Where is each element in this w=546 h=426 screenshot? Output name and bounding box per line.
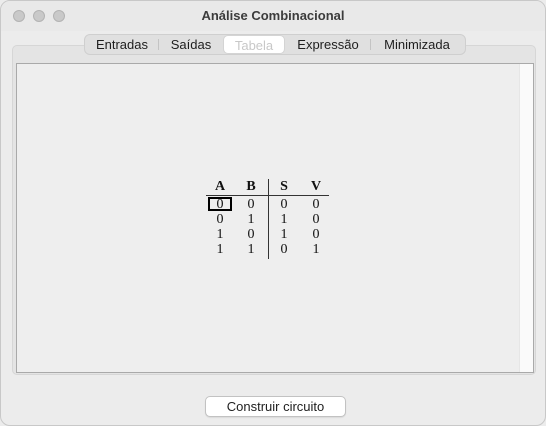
analysis-window: Análise Combinacional Entradas Saídas Ta… xyxy=(0,0,546,426)
table-cell[interactable]: 0 xyxy=(306,197,326,212)
window-title: Análise Combinacional xyxy=(201,8,345,23)
table-cell[interactable]: 0 xyxy=(306,227,326,242)
header-divider xyxy=(206,195,329,196)
column-header-v: V xyxy=(310,179,322,194)
column-header-a: A xyxy=(214,179,226,194)
table-cell[interactable]: 0 xyxy=(210,197,230,212)
tab-expressao[interactable]: Expressão xyxy=(285,35,371,54)
column-header-b: B xyxy=(246,179,256,194)
column-header-s: S xyxy=(280,179,288,194)
table-cell[interactable]: 1 xyxy=(274,212,294,227)
input-output-divider xyxy=(268,179,269,259)
table-cell[interactable]: 1 xyxy=(241,212,261,227)
table-cell[interactable]: 1 xyxy=(306,242,326,257)
build-circuit-button[interactable]: Construir circuito xyxy=(205,396,346,417)
vertical-scrollbar[interactable] xyxy=(519,64,533,372)
tab-entradas[interactable]: Entradas xyxy=(85,35,159,54)
tab-saidas[interactable]: Saídas xyxy=(159,35,223,54)
tab-tabela[interactable]: Tabela xyxy=(223,35,285,54)
title-bar: Análise Combinacional xyxy=(1,1,545,31)
table-cell[interactable]: 1 xyxy=(210,242,230,257)
tab-minimizada[interactable]: Minimizada xyxy=(371,35,463,54)
table-cell[interactable]: 1 xyxy=(210,227,230,242)
table-cell[interactable]: 0 xyxy=(274,242,294,257)
table-cell[interactable]: 1 xyxy=(241,242,261,257)
table-cell[interactable]: 0 xyxy=(241,227,261,242)
table-cell[interactable]: 0 xyxy=(306,212,326,227)
table-cell[interactable]: 0 xyxy=(210,212,230,227)
table-cell[interactable]: 0 xyxy=(241,197,261,212)
truth-table: A B S V 0 0 0 0 0 1 1 0 1 0 1 0 1 1 0 1 xyxy=(203,176,333,266)
table-cell[interactable]: 0 xyxy=(274,197,294,212)
table-cell[interactable]: 1 xyxy=(274,227,294,242)
tab-bar: Entradas Saídas Tabela Expressão Minimiz… xyxy=(84,34,466,55)
